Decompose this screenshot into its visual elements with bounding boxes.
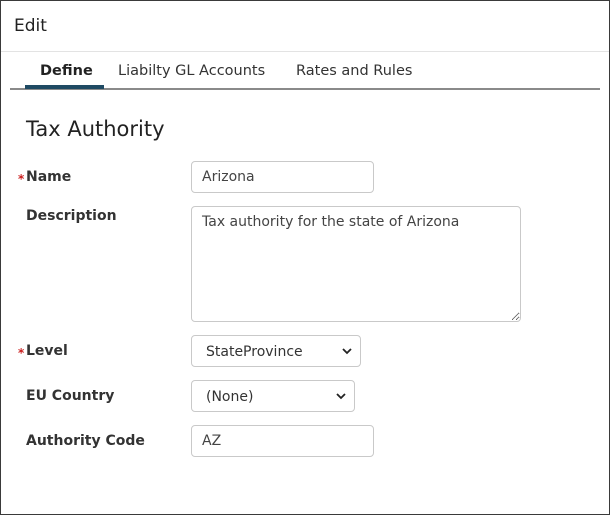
level-label: Level xyxy=(26,343,68,359)
eu-country-label: EU Country xyxy=(26,388,115,404)
dialog-header: Edit xyxy=(1,1,609,52)
edit-dialog: Edit Define Liabilty GL Accounts Rates a… xyxy=(0,0,610,515)
tab-define[interactable]: Define xyxy=(40,63,93,79)
description-textarea[interactable]: Tax authority for the state of Arizona xyxy=(191,206,521,322)
chevron-down-icon xyxy=(342,348,352,355)
dialog-title: Edit xyxy=(14,16,47,36)
authority-code-input[interactable] xyxy=(191,425,374,457)
name-label: Name xyxy=(26,169,72,185)
level-select[interactable]: StateProvince xyxy=(191,335,361,367)
tab-bar: Define Liabilty GL Accounts Rates and Ru… xyxy=(10,53,600,90)
eu-country-selected-value: (None) xyxy=(206,389,254,405)
required-marker: * xyxy=(18,172,25,186)
required-marker: * xyxy=(18,346,25,360)
active-tab-indicator xyxy=(25,85,104,89)
name-input[interactable] xyxy=(191,161,374,193)
tab-rates-and-rules[interactable]: Rates and Rules xyxy=(296,63,412,79)
section-title: Tax Authority xyxy=(26,117,165,141)
eu-country-select[interactable]: (None) xyxy=(191,380,355,412)
chevron-down-icon xyxy=(336,393,346,400)
level-selected-value: StateProvince xyxy=(206,344,303,360)
authority-code-label: Authority Code xyxy=(26,433,145,449)
description-label: Description xyxy=(26,208,117,224)
tab-liability-gl-accounts[interactable]: Liabilty GL Accounts xyxy=(118,63,265,79)
